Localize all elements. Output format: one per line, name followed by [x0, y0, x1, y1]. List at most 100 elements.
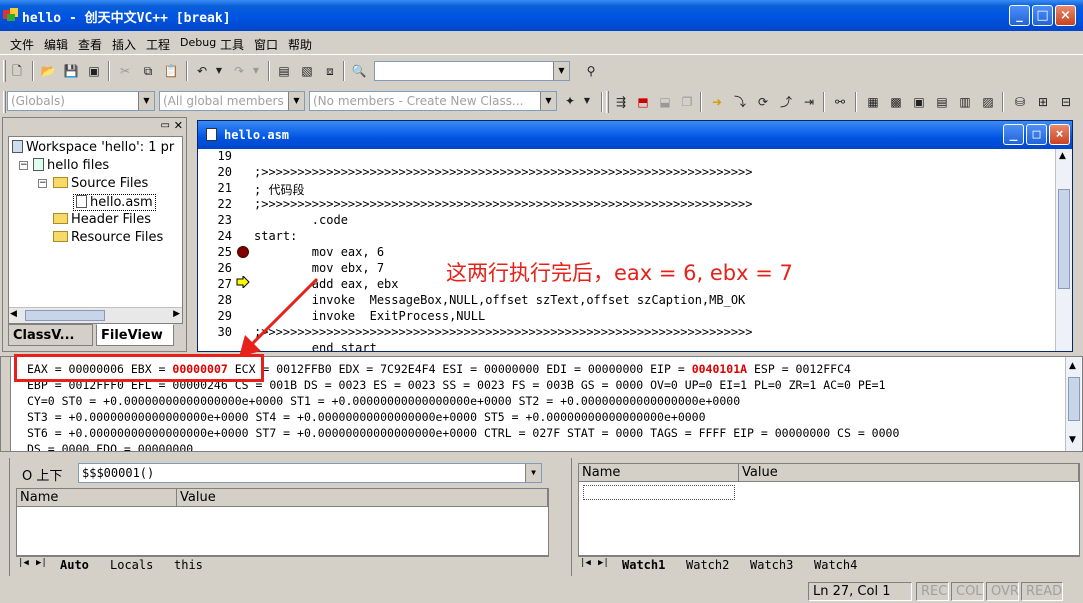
watch-grid[interactable]: Name Value — [578, 463, 1080, 556]
editor-vscrollbar[interactable]: ▲ — [1055, 149, 1072, 351]
scroll-left-icon[interactable]: ◀ — [10, 309, 17, 319]
tab-scroll-right-icon[interactable]: ▶| — [598, 558, 609, 568]
grid-icon[interactable]: ⊞ — [1034, 93, 1052, 111]
compile-icon[interactable]: ⇶ — [612, 93, 630, 111]
variables-grid[interactable]: Name Value — [16, 488, 549, 556]
output-window-icon[interactable]: ▧ — [298, 62, 316, 80]
find-combo[interactable]: ▼ — [374, 61, 570, 81]
tree-collapse-icon[interactable]: − — [38, 179, 47, 188]
scroll-right-icon[interactable]: ▶ — [173, 309, 180, 319]
column-header-name[interactable]: Name — [17, 489, 177, 507]
scroll-thumb[interactable] — [1058, 189, 1070, 289]
tree-collapse-icon[interactable]: − — [19, 161, 28, 170]
watch-window-icon[interactable]: ▦ — [864, 93, 882, 111]
call-stack-icon[interactable]: ▥ — [956, 93, 974, 111]
close-button[interactable]: × — [1055, 5, 1076, 26]
quickwatch-icon[interactable]: ⚯ — [831, 93, 849, 111]
step-into-icon[interactable]: ⤵ — [731, 93, 749, 111]
editor-close-button[interactable]: × — [1049, 124, 1070, 145]
tab-this[interactable]: this — [174, 558, 203, 572]
new-file-icon[interactable]: 🗋 — [8, 62, 26, 80]
tree-hello-asm[interactable]: hello.asm — [73, 194, 156, 211]
build-icon[interactable]: ⬒ — [634, 93, 652, 111]
watch-new-entry[interactable] — [583, 485, 735, 500]
menu-edit[interactable]: 编辑 — [44, 36, 68, 53]
stop-build-icon[interactable]: ⬓ — [656, 93, 674, 111]
column-header-name[interactable]: Name — [579, 464, 739, 482]
workspace-close-icon[interactable]: ✕ — [174, 119, 183, 132]
help-icon[interactable]: ⛁ — [1011, 93, 1029, 111]
scroll-thumb[interactable] — [1068, 377, 1080, 421]
find-binoculars-icon[interactable]: ⚲ — [582, 62, 600, 80]
find-in-files-icon[interactable]: 🔍 — [350, 62, 368, 80]
class-combo[interactable]: (Globals) ▼ — [7, 91, 155, 111]
workspace-window-icon[interactable]: ▤ — [275, 62, 293, 80]
editor-maximize-button[interactable]: □ — [1026, 124, 1047, 145]
scroll-down-icon[interactable]: ▼ — [1069, 435, 1076, 445]
grid2-icon[interactable]: ⊟ — [1057, 93, 1075, 111]
open-icon[interactable]: 📂 — [39, 62, 57, 80]
menu-project[interactable]: 工程 — [146, 36, 170, 53]
memory-window-icon[interactable]: ▤ — [933, 93, 951, 111]
filter-combo-dropdown-icon[interactable]: ▼ — [540, 92, 556, 110]
registers-window-icon[interactable]: ▣ — [910, 93, 928, 111]
disassembly-icon[interactable]: ▨ — [979, 93, 997, 111]
filter-combo[interactable]: (No members - Create New Class... ▼ — [309, 91, 557, 111]
scroll-thumb[interactable] — [25, 310, 105, 321]
tab-scroll-left-icon[interactable]: |◀ — [580, 558, 591, 568]
cut-icon[interactable]: ✂ — [116, 62, 134, 80]
wizard-action-icon[interactable]: ✦ — [561, 92, 579, 110]
tab-scroll-left-icon[interactable]: |◀ — [18, 558, 29, 568]
save-icon[interactable]: 💾 — [62, 62, 80, 80]
step-out-icon[interactable]: ⤴ — [777, 93, 795, 111]
menu-window[interactable]: 窗口 — [254, 36, 278, 53]
scroll-up-icon[interactable]: ▲ — [1059, 151, 1066, 161]
execute-icon[interactable]: ❐ — [678, 93, 696, 111]
tab-fileview[interactable]: FileView — [96, 324, 174, 346]
paste-icon[interactable]: 📋 — [162, 62, 180, 80]
find-combo-dropdown-icon[interactable]: ▼ — [553, 62, 569, 80]
undo-dropdown-icon[interactable]: ▼ — [210, 62, 228, 80]
menu-view[interactable]: 查看 — [78, 36, 102, 53]
menu-help[interactable]: 帮助 — [288, 36, 312, 53]
redo-dropdown-icon[interactable]: ▼ — [247, 62, 265, 80]
code-area[interactable]: ;>>>>>>>>>>>>>>>>>>>>>>>>>>>>>>>>>>>>>>>… — [198, 149, 1055, 351]
editor-minimize-button[interactable]: _ — [1003, 124, 1024, 145]
tab-scroll-right-icon[interactable]: ▶| — [36, 558, 47, 568]
redo-icon[interactable]: ↷ — [230, 62, 248, 80]
variables-window-icon[interactable]: ▩ — [887, 93, 905, 111]
tab-auto[interactable]: Auto — [60, 558, 89, 572]
context-combo[interactable]: $$$00001() ▼ — [78, 463, 542, 483]
workspace-restore-icon[interactable]: ▭ — [161, 120, 170, 131]
menu-debug[interactable]: Debug — [180, 36, 216, 49]
tree-hscrollbar[interactable]: ◀ ▶ — [9, 307, 182, 323]
tab-classview[interactable]: ClassV... — [8, 324, 93, 346]
tree-project[interactable]: hello files — [33, 158, 109, 173]
members-combo-dropdown-icon[interactable]: ▼ — [288, 92, 304, 110]
undo-icon[interactable]: ↶ — [193, 62, 211, 80]
registers-vscrollbar[interactable]: ▲ ▼ — [1065, 357, 1082, 451]
column-header-value[interactable]: Value — [177, 489, 548, 507]
members-combo[interactable]: (All global members ▼ — [159, 91, 305, 111]
tab-watch1[interactable]: Watch1 — [622, 558, 665, 572]
go-icon[interactable]: ➜ — [708, 93, 726, 111]
class-combo-dropdown-icon[interactable]: ▼ — [138, 92, 154, 110]
tree-resource-files[interactable]: Resource Files — [53, 230, 163, 245]
window-list-icon[interactable]: ⧈ — [321, 62, 339, 80]
tree-header-files[interactable]: Header Files — [53, 212, 151, 227]
scroll-up-icon[interactable]: ▲ — [1069, 361, 1076, 371]
run-to-cursor-icon[interactable]: ⇥ — [800, 93, 818, 111]
context-dropdown-icon[interactable]: ▼ — [525, 464, 541, 482]
wizard-action-dropdown-icon[interactable]: ▼ — [578, 92, 596, 110]
tab-locals[interactable]: Locals — [110, 558, 153, 572]
tree-workspace[interactable]: Workspace 'hello': 1 pr — [12, 140, 174, 155]
menu-insert[interactable]: 插入 — [112, 36, 136, 53]
step-over-icon[interactable]: ⟳ — [754, 93, 772, 111]
save-all-icon[interactable]: ▣ — [85, 62, 103, 80]
minimize-button[interactable]: _ — [1009, 5, 1030, 26]
menu-tools[interactable]: 工具 — [220, 36, 244, 53]
menu-file[interactable]: 文件 — [10, 36, 34, 53]
copy-icon[interactable]: ⧉ — [139, 62, 157, 80]
column-header-value[interactable]: Value — [739, 464, 1079, 482]
tab-watch2[interactable]: Watch2 — [686, 558, 729, 572]
